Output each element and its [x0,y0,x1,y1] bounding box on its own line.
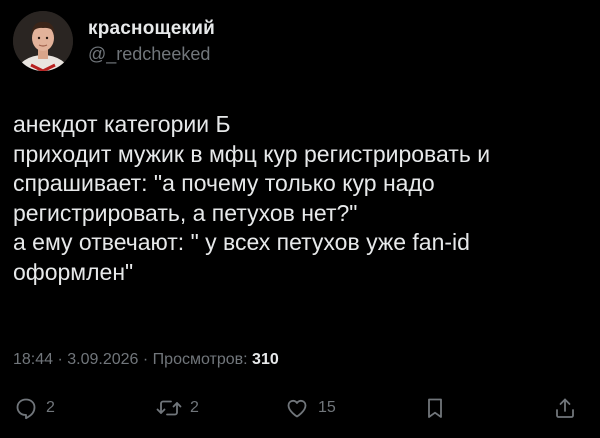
reply-button[interactable]: 2 [14,393,55,423]
tweet-text-line: анекдот категории Б [13,111,231,137]
share-button[interactable] [553,393,577,423]
bookmark-button[interactable] [423,393,447,423]
avatar[interactable] [13,11,73,71]
heart-icon [287,399,307,418]
tweet-text-line: регистрировать, а петухов нет?" [13,199,358,226]
like-button[interactable]: 15 [284,393,336,423]
views-label: Просмотров: [152,351,248,368]
tweet-text-line: оформлен" [13,258,134,285]
tweet-text-line: спрашивает: "а почему только кур надо [13,170,435,196]
tweet-text-line: а ему отвечают: " у всех петухов уже fan… [13,229,470,255]
profile-photo-icon [13,11,73,71]
views-count: 310 [252,351,279,368]
reply-icon [16,398,36,420]
like-count: 15 [318,399,336,416]
tweet-time[interactable]: 18:44 [13,351,53,368]
author-display-name[interactable]: краснощекий [88,18,215,40]
tweet-header: краснощекий @_redcheeked [13,10,573,72]
retweet-icon [156,400,182,416]
meta-separator: · [138,351,153,368]
tweet-date[interactable]: 3.09.2026 [67,351,138,368]
retweet-button[interactable]: 2 [156,393,199,423]
author-handle[interactable]: @_redcheeked [88,43,215,65]
share-icon [556,398,574,418]
meta-separator: · [53,351,68,368]
tweet-meta: 18:44 · 3.09.2026 · Просмотров: 310 [13,350,279,370]
tweet-actions-bar: 2 2 15 [0,393,600,423]
tweet-text: анекдот категории Б приходит мужик в мфц… [13,110,588,287]
bookmark-icon [428,398,442,418]
retweet-count: 2 [190,399,199,416]
tweet-text-line: приходит мужик в мфц кур регистрировать … [13,140,491,167]
reply-count: 2 [46,399,55,416]
